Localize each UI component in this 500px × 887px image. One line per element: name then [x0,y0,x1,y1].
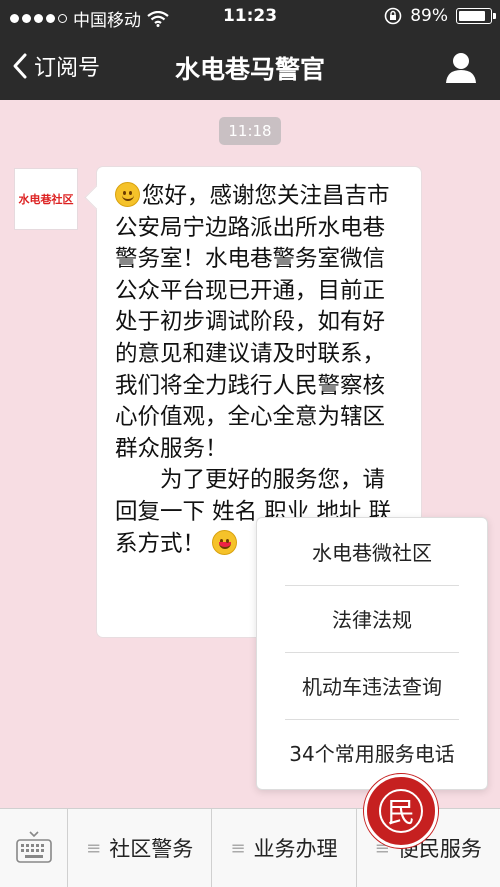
rotation-lock-icon [384,7,402,25]
chevron-left-icon [13,53,27,79]
tab-label: 业务办理 [253,837,338,861]
menu-lines-icon: ≡ [86,837,102,859]
watermark-glyph: 民 [379,789,423,833]
menu-item-community[interactable]: 水电巷微社区 [257,518,487,585]
battery-fill [459,11,485,21]
tab-community-policing[interactable]: ≡ 社区警务 [68,809,213,887]
message-paragraph-1: 您好，感谢您关注昌吉市公安局宁边路派出所水电巷警务室！水电巷警务室微信公众平台现… [115,181,405,465]
submenu-popup: 水电巷微社区 法律法规 机动车违法查询 34个常用服务电话 [256,517,488,790]
tab-label: 社区警务 [109,837,194,861]
menu-item-service-phones[interactable]: 34个常用服务电话 [257,719,487,786]
keyboard-toggle-button[interactable] [0,809,68,887]
keyboard-icon [15,831,52,863]
menu-lines-icon: ≡ [230,837,246,859]
battery-icon [456,8,496,24]
status-right: 89% [384,6,496,26]
watermark-seal: 民 [364,774,438,848]
nav-bar: 订阅号 水电巷马警官 [0,34,500,100]
message-text-1: 您好，感谢您关注昌吉市公安局宁边路派出所水电巷警务室！水电巷警务室微信公众平台现… [115,183,390,462]
wink-emoji-icon [212,529,238,555]
profile-icon[interactable] [444,50,478,84]
message-timestamp: 11:18 [219,117,281,145]
back-label: 订阅号 [34,56,101,81]
status-bar: 中国移动 11:23 89% [0,0,500,34]
avatar[interactable]: 水电巷社区 [14,168,78,230]
menu-item-vehicle-violation[interactable]: 机动车违法查询 [257,652,487,719]
smile-emoji-icon [115,182,140,207]
message-text-2-tail: ！ [182,530,206,557]
menu-item-law[interactable]: 法律法规 [257,585,487,652]
tab-business[interactable]: ≡ 业务办理 [212,809,357,887]
avatar-text: 水电巷社区 [18,193,74,206]
back-button[interactable]: 订阅号 [12,50,100,82]
battery-percent: 89% [410,6,448,26]
